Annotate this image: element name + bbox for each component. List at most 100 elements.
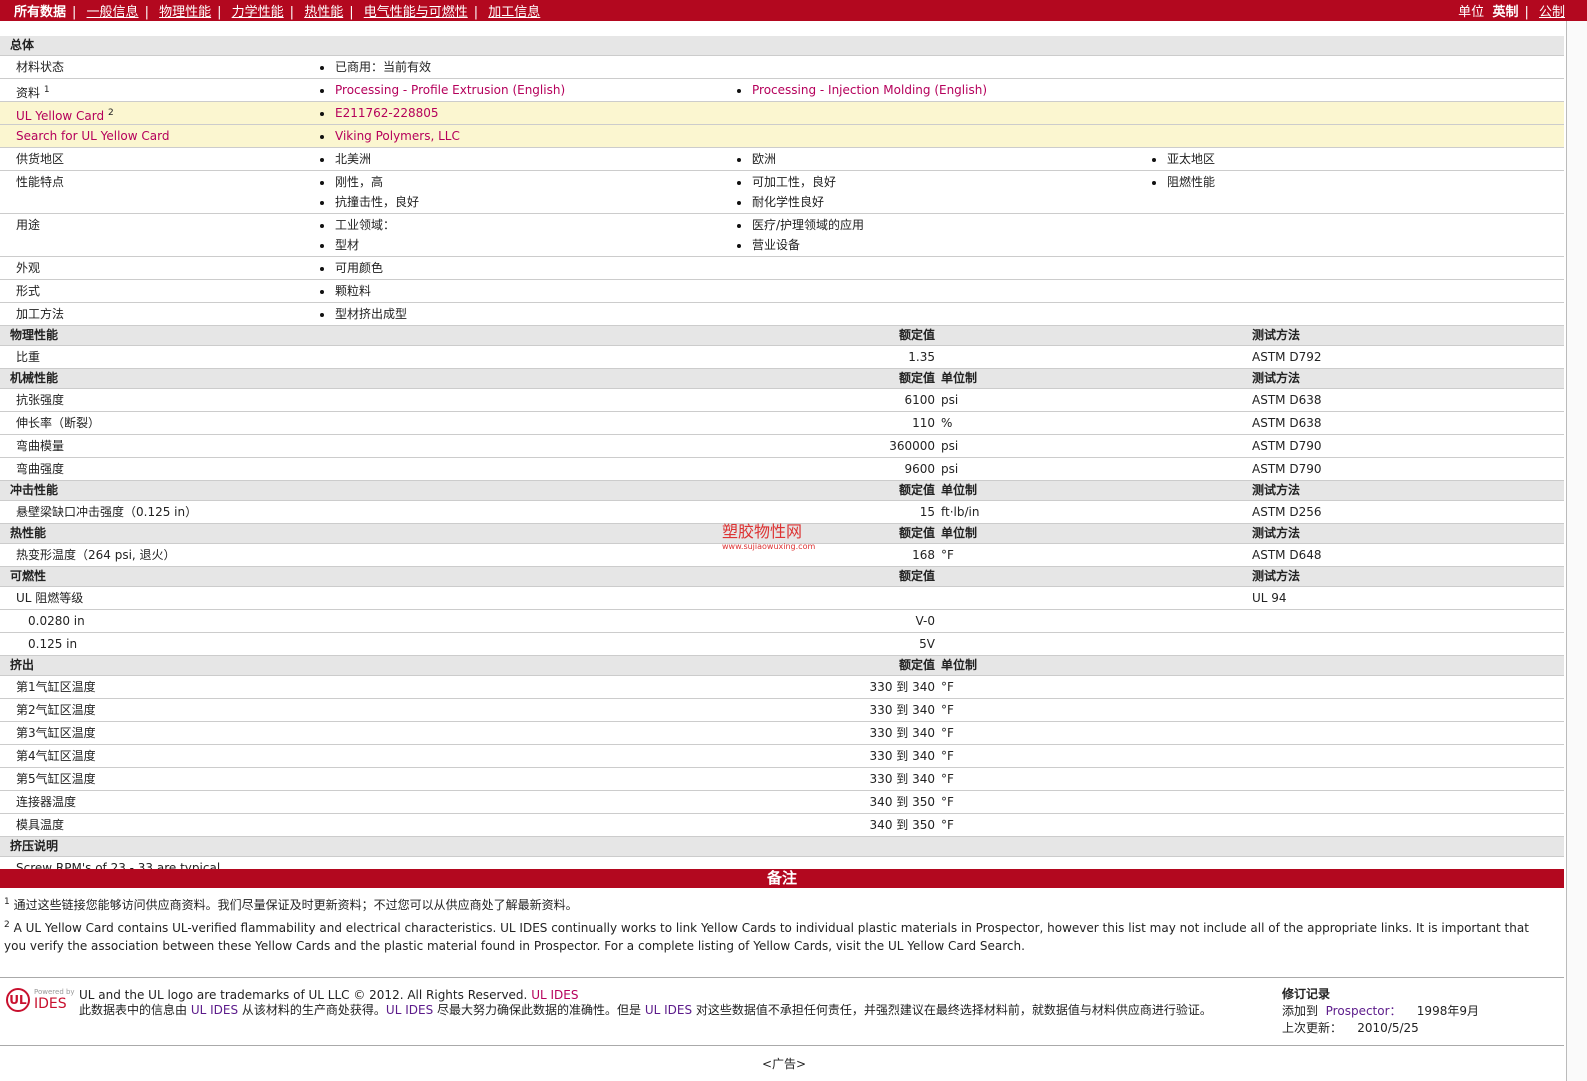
units-label: 单位 <box>1458 5 1485 20</box>
resource-link[interactable]: E211762-228805 <box>320 102 439 122</box>
value: 330 到 340 <box>869 749 935 763</box>
row-label: 第2气缸区温度 <box>16 699 96 721</box>
bullet-list: 欧洲 <box>737 148 776 168</box>
tab-electrical-flammability[interactable]: 电气性能与可燃性 <box>364 5 468 20</box>
scrollbar[interactable] <box>1566 21 1587 1081</box>
label-text: 外观 <box>16 261 41 275</box>
label-text: 机械性能 <box>10 371 59 385</box>
bullet-item: 刚性，高 <box>320 171 419 191</box>
value: 15 <box>919 505 935 519</box>
row-label: 热性能 <box>10 524 46 543</box>
tab-all-data[interactable]: 所有数据 <box>14 5 66 20</box>
footer-text: UL and the UL logo are trademarks of UL … <box>79 988 1212 1017</box>
table-row: 0.125 in 5V <box>0 633 1564 656</box>
category-nav-bar: 所有数据 | 一般信息 | 物理性能 | 力学性能 | 热性能 | 电气性能与可燃性 | 加… <box>0 0 1587 21</box>
tab-physical[interactable]: 物理性能 <box>159 5 211 20</box>
value: 340 到 350 <box>869 818 935 832</box>
test-method: UL 94 <box>1252 591 1287 605</box>
section-header: 挤压说明 <box>0 837 1564 857</box>
tab-general-info[interactable]: 一般信息 <box>87 5 139 20</box>
bullet-item: 工业领域： <box>320 214 395 234</box>
row-label: 第4气缸区温度 <box>16 745 96 767</box>
unit: °F <box>941 818 954 832</box>
table-row: 外观 可用颜色 <box>0 257 1564 280</box>
table-row: 连接器温度 340 到 350 °F <box>0 791 1564 814</box>
value: 额定值 <box>898 569 935 583</box>
value: 5V <box>919 637 935 651</box>
bullet-list: 阻燃性能 <box>1152 171 1215 191</box>
row-label: 供货地区 <box>16 148 64 170</box>
bullet-item: 耐化学性良好 <box>737 191 836 211</box>
label-text: 挤出 <box>10 658 35 672</box>
unit: °F <box>941 795 954 809</box>
unit: psi <box>941 462 959 476</box>
row-label: UL Yellow Card 2 <box>16 102 114 127</box>
notes-header: 备注 <box>0 869 1564 888</box>
bullet-list: 亚太地区 <box>1152 148 1215 168</box>
section-header: 冲击性能 额定值 单位制 测试方法 <box>0 481 1564 501</box>
label-text: 第2气缸区温度 <box>16 703 96 717</box>
section-header: 机械性能 额定值 单位制 测试方法 <box>0 369 1564 389</box>
table-row: 第5气缸区温度 330 到 340 °F <box>0 768 1564 791</box>
section-header: 挤出 额定值 单位制 <box>0 656 1564 676</box>
unit: 单位制 <box>941 371 978 385</box>
row-label: 总体 <box>10 36 34 55</box>
row-label: UL 阻燃等级 <box>16 587 83 609</box>
category-tabs: 所有数据 | 一般信息 | 物理性能 | 力学性能 | 热性能 | 电气性能与可燃性 | 加… <box>14 5 541 20</box>
unit: 单位制 <box>941 526 978 540</box>
bullet-list: 工业领域： 型材 <box>320 214 395 254</box>
unit: °F <box>941 772 954 786</box>
tab-mechanical[interactable]: 力学性能 <box>232 5 284 20</box>
test-method: ASTM D638 <box>1252 393 1322 407</box>
unit: °F <box>941 726 954 740</box>
unit: °F <box>941 703 954 717</box>
datasheet-table: 总体 材料状态 已商用：当前有效 资料 1 Processing - Profile E… <box>0 36 1564 880</box>
value: 330 到 340 <box>869 703 935 717</box>
test-method: ASTM D792 <box>1252 350 1322 364</box>
bullet-item: 已商用：当前有效 <box>320 56 431 76</box>
value: 330 到 340 <box>869 680 935 694</box>
unit: °F <box>941 749 954 763</box>
bullet-item: 可用颜色 <box>320 257 383 277</box>
label-text: 抗张强度 <box>16 393 65 407</box>
row-label: 第5气缸区温度 <box>16 768 96 790</box>
value: 1.35 <box>908 350 935 364</box>
table-row: 材料状态 已商用：当前有效 <box>0 56 1564 79</box>
row-label: 弯曲模量 <box>16 435 64 457</box>
table-row: 资料 1 Processing - Profile Extrusion (Engl… <box>0 79 1564 102</box>
ul-ides-logo: UL Powered by IDES <box>6 988 75 1012</box>
table-row: 弯曲模量 360000 psi ASTM D790 <box>0 435 1564 458</box>
label-text: 可燃性 <box>10 569 47 583</box>
footnote-ref: 1 <box>43 85 50 95</box>
ul-ides-link[interactable]: UL IDES <box>531 988 578 1002</box>
tab-thermal[interactable]: 热性能 <box>304 5 343 20</box>
row-label: 冲击性能 <box>10 481 58 500</box>
resource-link[interactable]: Viking Polymers, LLC <box>320 125 460 145</box>
table-row: Search for UL Yellow Card Viking Polymers… <box>0 125 1564 148</box>
row-label: 弯曲强度 <box>16 458 64 480</box>
unit-metric-link[interactable]: 公制 <box>1539 5 1565 20</box>
row-label: 第3气缸区温度 <box>16 722 96 744</box>
resource-link[interactable]: Processing - Injection Molding (English) <box>737 79 987 99</box>
label-text: 第5气缸区温度 <box>16 772 96 786</box>
bullet-item: 抗撞击性，良好 <box>320 191 419 211</box>
row-label: Search for UL Yellow Card <box>16 125 169 147</box>
label-text: 模具温度 <box>16 818 65 832</box>
table-row: 抗张强度 6100 psi ASTM D638 <box>0 389 1564 412</box>
test-method: ASTM D256 <box>1252 505 1322 519</box>
table-row: 模具温度 340 到 350 °F <box>0 814 1564 837</box>
unit-english: 英制 <box>1492 5 1519 20</box>
table-row: 用途 工业领域： 型材 医疗/护理领域的应用 营业设备 <box>0 214 1564 257</box>
resource-link[interactable]: Processing - Profile Extrusion (English) <box>320 79 565 99</box>
bullet-list: 型材挤出成型 <box>320 303 407 323</box>
tab-processing[interactable]: 加工信息 <box>488 5 540 20</box>
test-method: 测试方法 <box>1252 483 1301 497</box>
bullet-item: 型材挤出成型 <box>320 303 407 323</box>
table-row: 伸长率（断裂） 110% ASTM D638 <box>0 412 1564 435</box>
bullet-list: 已商用：当前有效 <box>320 56 431 76</box>
bullet-item: 北美洲 <box>320 148 371 168</box>
table-row: 比重 1.35 ASTM D792 <box>0 346 1564 369</box>
test-method: 测试方法 <box>1252 328 1301 342</box>
section-header: 总体 <box>0 36 1564 56</box>
label-text: 热性能 <box>10 526 47 540</box>
